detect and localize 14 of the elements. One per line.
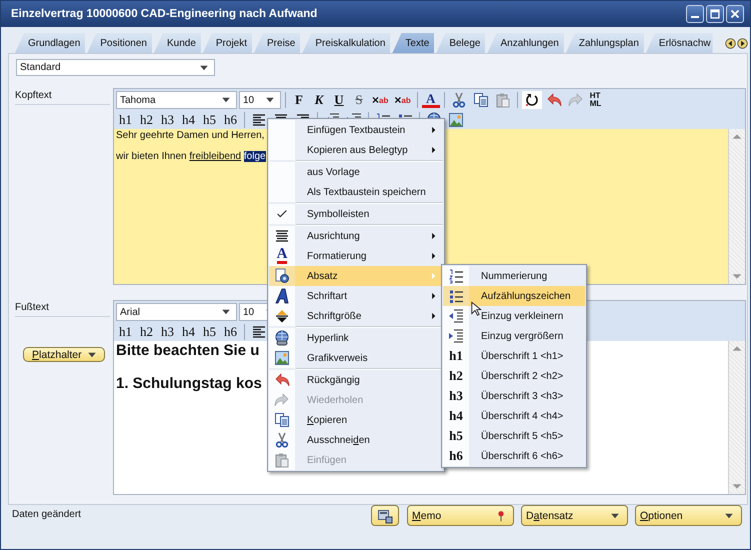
heading-icon: h4 [449, 408, 463, 424]
text-line: Sehr geehrte Damen und Herren, [116, 130, 264, 141]
status-text: Daten geändert [12, 509, 81, 520]
window-title: Einzelvertrag 10000600 CAD-Engineering nach Aufwand [11, 8, 318, 20]
text-line: 1. Schulungstag kos [116, 375, 262, 392]
section-label: Kopftext [15, 88, 110, 105]
heading-icon: h6 [449, 448, 463, 464]
text-line: Bitte beachten Sie u [116, 342, 260, 359]
heading-icon: h5 [449, 428, 463, 444]
section-label: Fußtext [15, 300, 110, 317]
heading-icon: h2 [449, 368, 463, 384]
text-line: wir bieten Ihnen freibleibend folge [116, 151, 266, 162]
heading-icon: h3 [449, 388, 463, 404]
heading-icon: h1 [449, 348, 463, 364]
